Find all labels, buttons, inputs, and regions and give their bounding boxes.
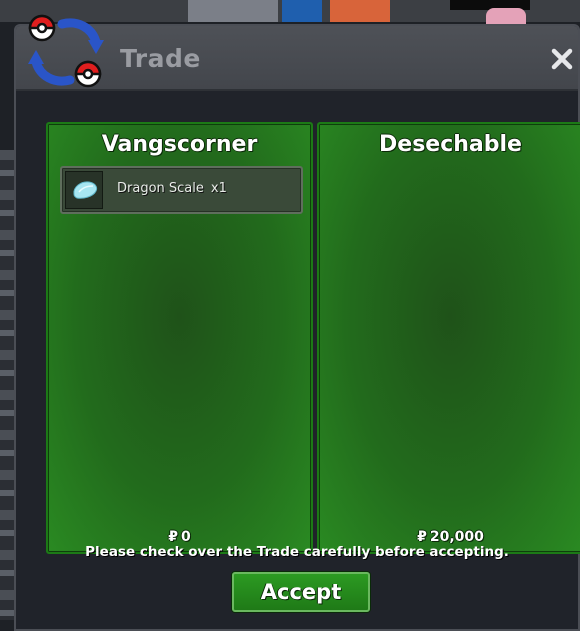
left-currency-symbol: ₽ [168, 529, 178, 545]
background-character-sprite [486, 8, 526, 24]
background-sprite-blue [282, 0, 322, 22]
item-icon-frame [65, 171, 103, 209]
close-icon [551, 48, 573, 70]
background-sprite-orange [330, 0, 390, 22]
right-currency-symbol: ₽ [417, 529, 427, 545]
item-name: Dragon Scale [117, 181, 204, 196]
right-trade-panel: Desechable ₽20,000 [317, 122, 580, 554]
trade-exchange-icon [28, 14, 104, 88]
trade-logo [24, 10, 108, 94]
trade-window: Trade Vangscorner Dragon Scale x1 ₽0 Dese… [14, 24, 580, 631]
left-player-name: Vangscorner [101, 132, 258, 157]
item-label: Dragon Scale x1 [117, 181, 227, 196]
trade-item-slot[interactable]: Dragon Scale x1 [60, 166, 303, 214]
background-side-stripes [0, 150, 14, 620]
item-quantity: x1 [210, 181, 227, 196]
right-money-amount: 20,000 [429, 529, 484, 545]
trade-notice: Please check over the Trade carefully be… [85, 544, 509, 560]
background-sprite-left [188, 0, 278, 22]
left-money-amount: 0 [181, 529, 191, 545]
accept-button[interactable]: Accept [232, 572, 370, 612]
left-money: ₽0 [48, 529, 311, 545]
right-money: ₽20,000 [319, 529, 580, 545]
right-player-name: Desechable [379, 132, 522, 157]
window-title: Trade [120, 44, 201, 73]
close-button[interactable] [549, 46, 575, 72]
left-trade-panel: Vangscorner Dragon Scale x1 ₽0 [46, 122, 313, 554]
dragon-scale-icon [73, 181, 98, 199]
